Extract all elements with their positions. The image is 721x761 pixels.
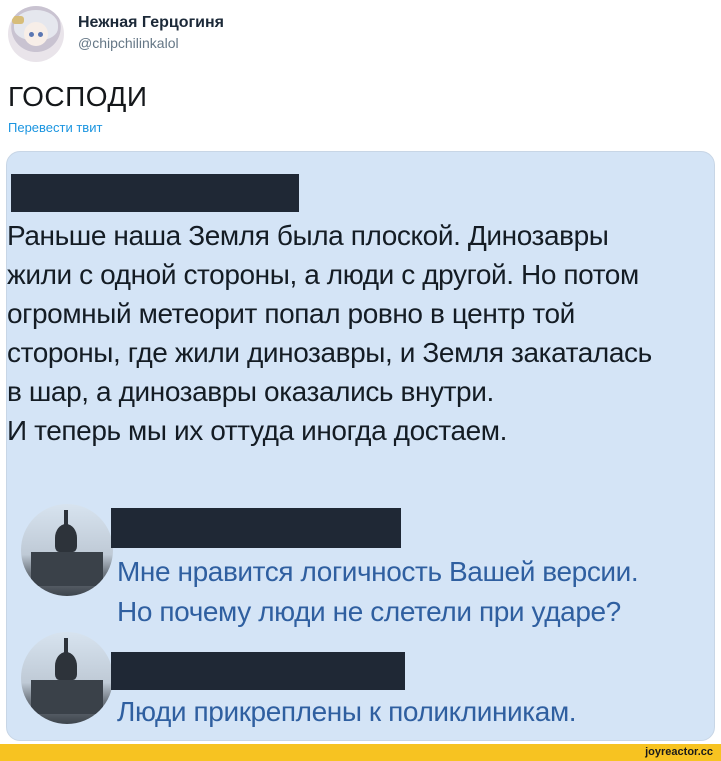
reply-avatar	[21, 632, 113, 724]
post-text: Раньше наша Земля была плоской. Динозавр…	[7, 220, 652, 446]
reply-text: Мне нравится логичность Вашей версии. Но…	[117, 556, 639, 627]
redacted-username	[11, 174, 299, 212]
redacted-username	[111, 508, 401, 548]
author-handle[interactable]: @chipchilinkalol	[78, 35, 179, 51]
tweet-image[interactable]: Раньше наша Земля была плоской. Динозавр…	[6, 151, 715, 741]
tweet-text: ГОСПОДИ	[8, 81, 148, 112]
redacted-username	[111, 652, 405, 690]
reply-avatar	[21, 504, 113, 596]
author-avatar[interactable]	[8, 6, 64, 62]
site-watermark: joyreactor.cc	[645, 746, 713, 758]
tweet-header: Нежная Герцогиня @chipchilinkalol	[8, 6, 713, 66]
translate-tweet-link[interactable]: Перевести твит	[8, 120, 102, 135]
author-display-name[interactable]: Нежная Герцогиня	[78, 14, 224, 32]
footer-bar	[0, 744, 721, 761]
reply-text: Люди прикреплены к поликлиникам.	[117, 696, 577, 727]
